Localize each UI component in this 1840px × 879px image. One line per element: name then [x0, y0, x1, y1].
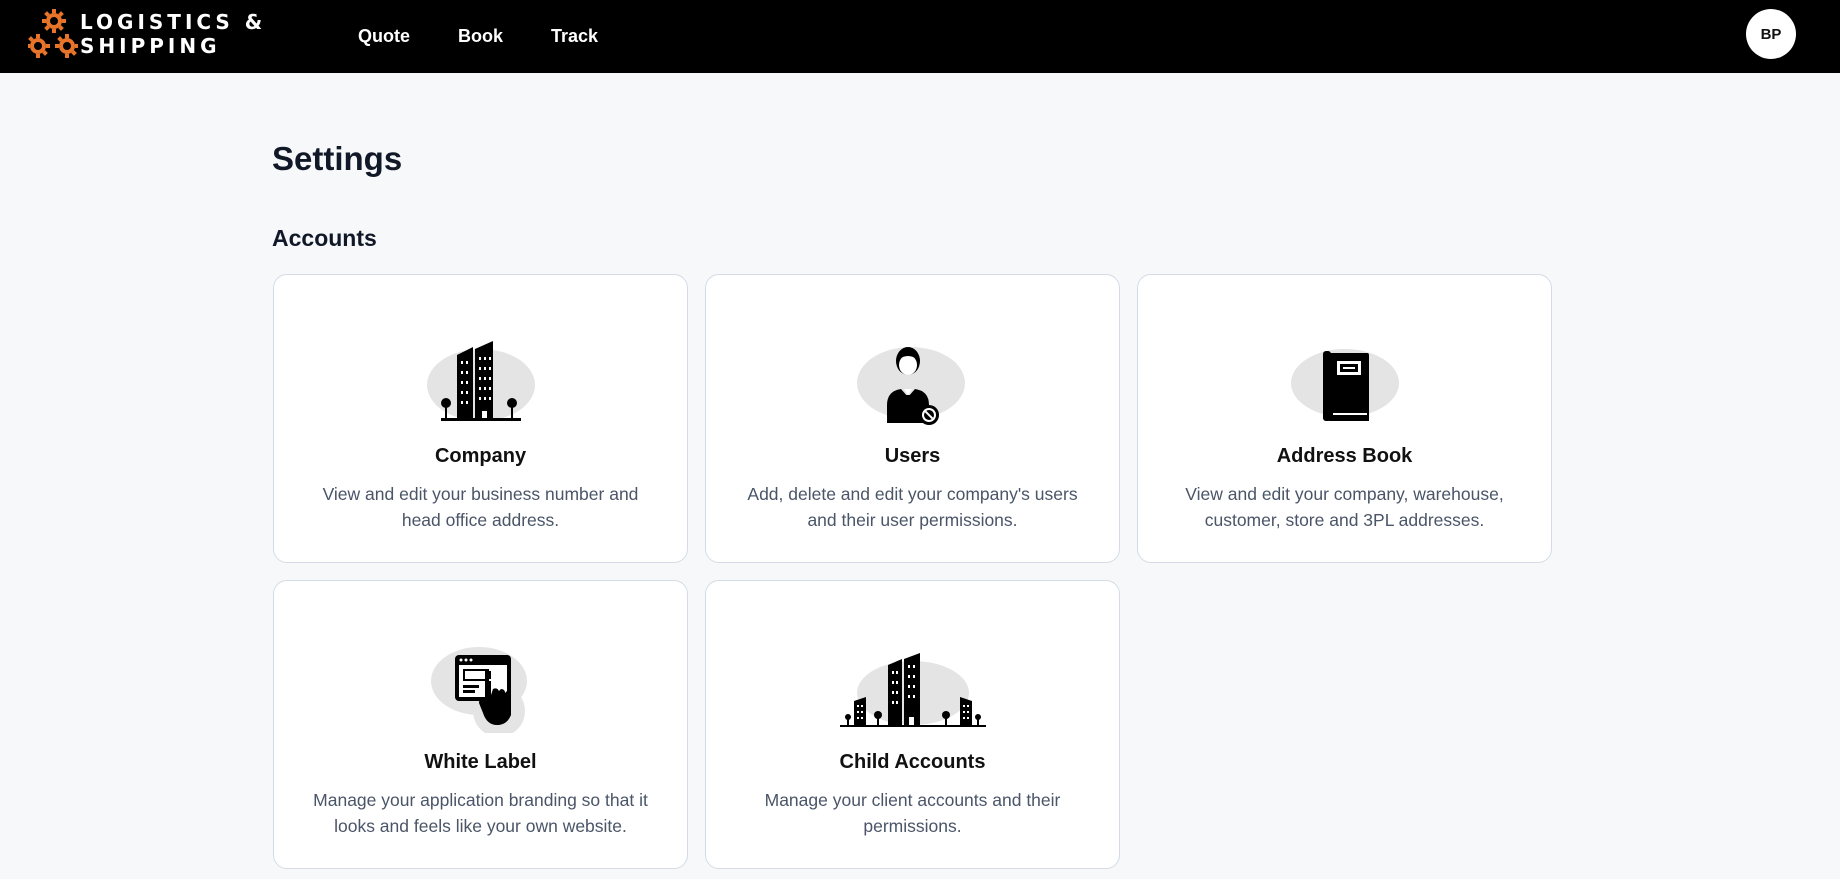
- gears-icon: [26, 8, 79, 60]
- company-card[interactable]: Company View and edit your business numb…: [273, 274, 688, 563]
- card-title: White Label: [424, 751, 537, 773]
- logo-line-2: SHIPPING: [80, 34, 221, 58]
- users-card[interactable]: Users Add, delete and edit your company'…: [705, 274, 1120, 563]
- child-accounts-buildings-icon: [706, 633, 1119, 733]
- logo[interactable]: LOGISTICS & SHIPPING: [26, 8, 278, 60]
- section-title: Accounts: [272, 225, 377, 251]
- card-title: Address Book: [1276, 445, 1413, 467]
- card-title: Users: [884, 445, 941, 467]
- nav-book[interactable]: Book: [458, 26, 503, 47]
- user-avatar[interactable]: BP: [1746, 9, 1796, 59]
- white-label-card[interactable]: White Label Manage your application bran…: [273, 580, 688, 869]
- card-description: View and edit your business number and h…: [322, 484, 639, 530]
- logo-line-1: LOGISTICS &: [80, 10, 267, 34]
- card-description: Manage your application branding so that…: [313, 790, 648, 836]
- office-building-icon: [274, 327, 687, 427]
- card-description: View and edit your company, warehouse, c…: [1185, 484, 1504, 530]
- address-book-icon: [1138, 327, 1551, 427]
- card-description: Manage your client accounts and their pe…: [764, 790, 1061, 836]
- card-title: Child Accounts: [839, 751, 986, 773]
- nav-quote[interactable]: Quote: [358, 26, 410, 47]
- logo-text: LOGISTICS & SHIPPING: [80, 10, 266, 58]
- white-label-browser-icon: [274, 633, 687, 733]
- nav-track[interactable]: Track: [551, 26, 598, 47]
- child-accounts-card[interactable]: Child Accounts Manage your client accoun…: [705, 580, 1120, 869]
- page-title: Settings: [272, 140, 403, 177]
- user-permissions-icon: [706, 327, 1119, 427]
- card-title: Company: [434, 445, 527, 467]
- top-navbar: LOGISTICS & SHIPPING Quote Book Track BP: [0, 0, 1840, 73]
- address-book-card[interactable]: Address Book View and edit your company,…: [1137, 274, 1552, 563]
- card-description: Add, delete and edit your company's user…: [747, 484, 1078, 530]
- main-nav: Quote Book Track: [358, 0, 646, 73]
